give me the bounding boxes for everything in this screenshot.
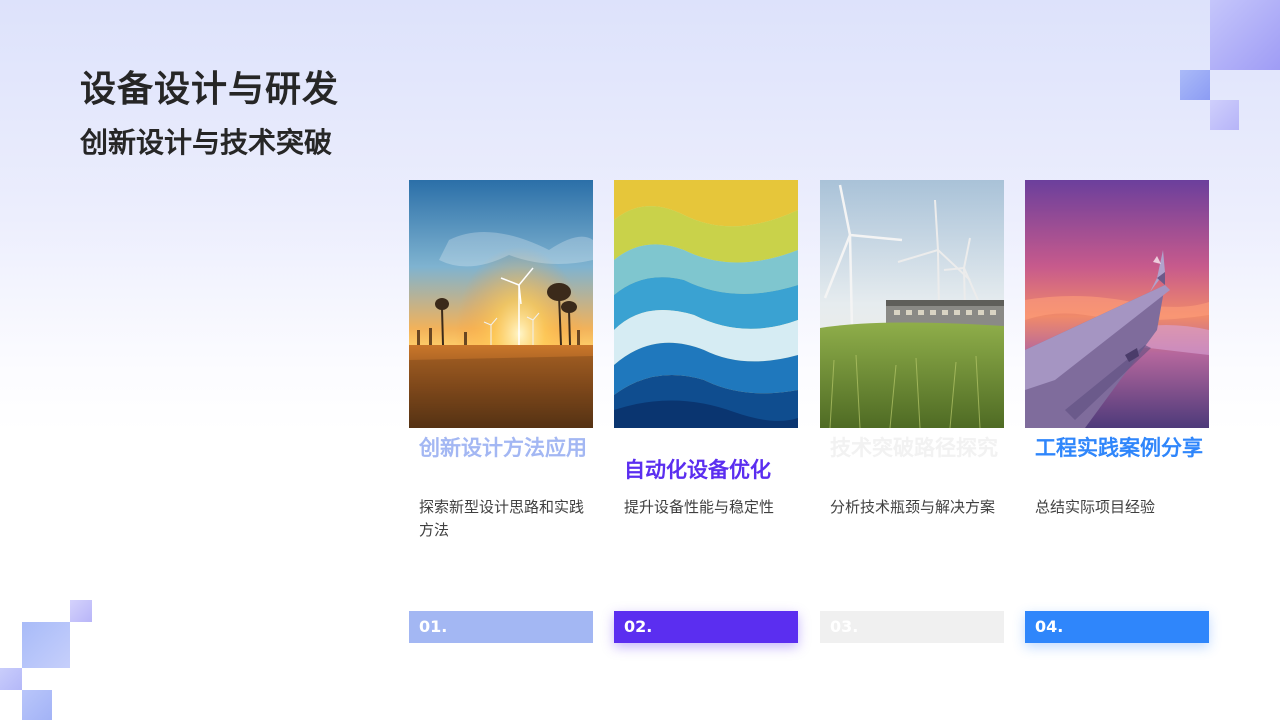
card-description: 分析技术瓶颈与解决方案 [830,498,996,516]
card-title: 技术突破路径探究 [830,436,998,460]
decor-square [1210,100,1239,130]
card-number-badge: 04. [1025,611,1209,643]
card-number-badge: 02. [614,611,798,643]
abstract-waves-image [614,180,798,428]
card-innovative-design[interactable]: 创新设计方法应用 探索新型设计思路和实践方法 01. [409,180,593,645]
page-subtitle: 创新设计与技术突破 [80,126,333,159]
decor-square [0,668,22,690]
page-title: 设备设计与研发 [80,69,340,110]
airplane-wing-sunset-image [1025,180,1209,428]
decor-square [70,600,92,622]
card-description: 总结实际项目经验 [1035,498,1156,516]
card-description: 提升设备性能与稳定性 [624,498,775,516]
card-engineering-cases[interactable]: 工程实践案例分享 总结实际项目经验 04. [1025,180,1209,645]
decor-square [1180,70,1210,100]
card-description: 探索新型设计思路和实践方法 [419,498,585,539]
card-title: 创新设计方法应用 [419,436,587,460]
decor-square [22,622,70,668]
decor-square [22,690,52,720]
card-title: 自动化设备优化 [624,458,771,482]
decor-square [1210,0,1280,70]
wind-turbines-building-image [820,180,1004,428]
card-title: 工程实践案例分享 [1035,436,1203,460]
card-tech-breakthrough[interactable]: 技术突破路径探究 分析技术瓶颈与解决方案 03. [820,180,1004,645]
card-automation-optimization[interactable]: 自动化设备优化 提升设备性能与稳定性 02. [614,180,798,645]
card-number-badge: 01. [409,611,593,643]
wind-turbines-sunset-image [409,180,593,428]
card-number-badge: 03. [820,611,1004,643]
